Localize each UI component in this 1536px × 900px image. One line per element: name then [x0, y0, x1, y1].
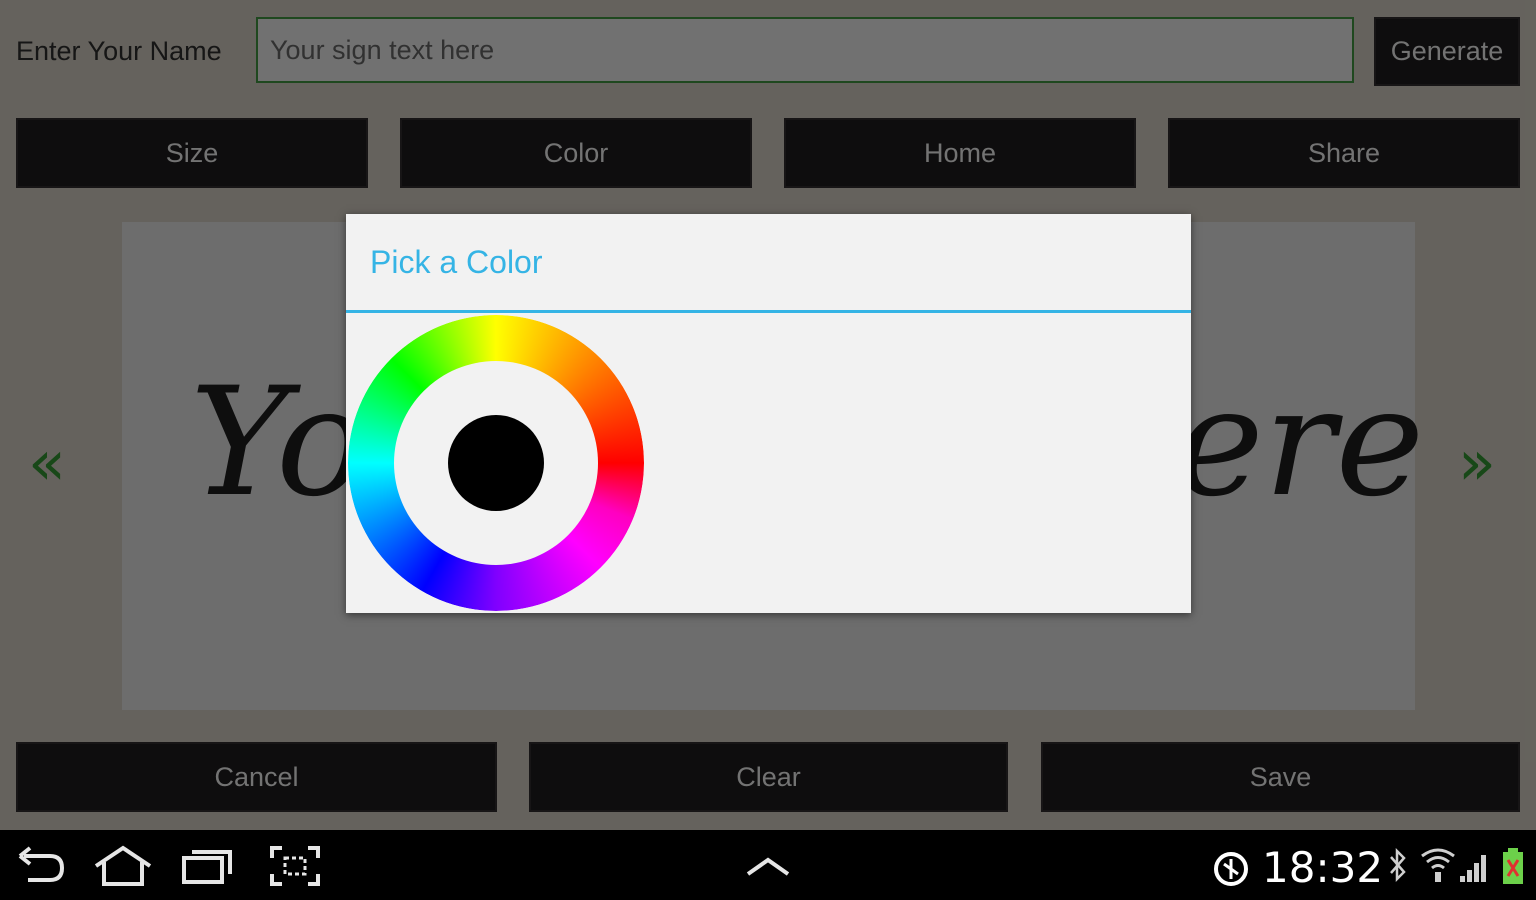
dialog-title: Pick a Color	[370, 244, 543, 280]
dialog-divider	[346, 310, 1191, 313]
screenshot-icon[interactable]	[268, 844, 322, 888]
color-wheel[interactable]	[348, 315, 644, 611]
color-picker-dialog: Pick a Color	[346, 214, 1191, 613]
up-chevron-icon[interactable]	[744, 854, 792, 878]
selected-color-swatch[interactable]	[448, 415, 544, 511]
wifi-icon	[1421, 848, 1455, 882]
battery-icon	[1503, 848, 1523, 884]
back-icon[interactable]	[16, 844, 68, 888]
accessibility-icon	[1214, 852, 1248, 886]
recent-apps-icon[interactable]	[180, 844, 236, 888]
clock: 18:32	[1262, 843, 1384, 892]
bluetooth-icon	[1390, 848, 1406, 882]
signal-icon	[1460, 855, 1486, 882]
system-navigation-bar: 18:32	[0, 830, 1536, 900]
home-icon[interactable]	[92, 844, 154, 888]
sign-maker-app: Enter Your Name Generate Size Color Home…	[0, 0, 1536, 830]
